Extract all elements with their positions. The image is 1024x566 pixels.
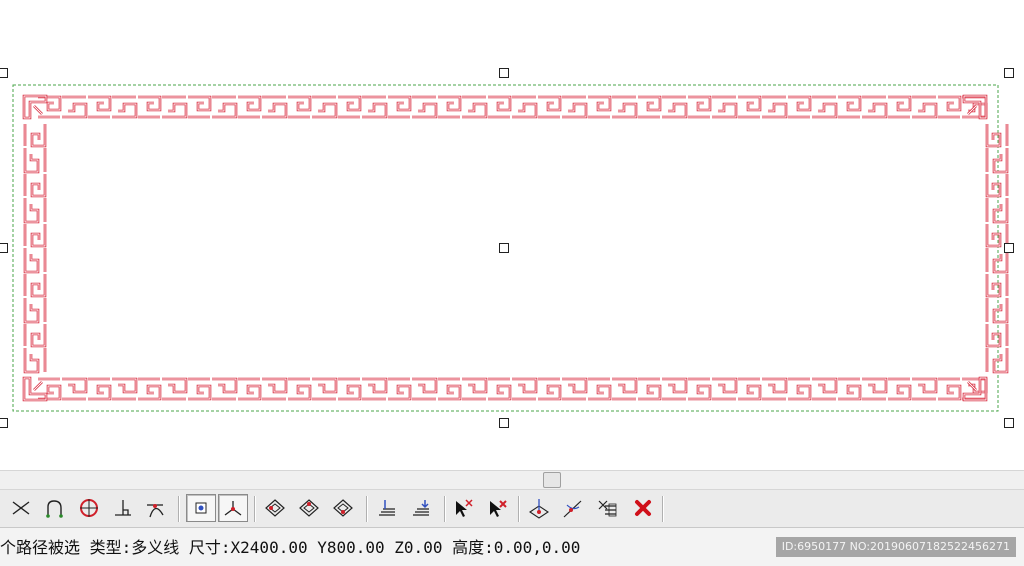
- diamond-node-icon: [265, 499, 285, 517]
- pointer-remove-icon: [490, 500, 507, 517]
- perpendicular-icon: [115, 500, 131, 516]
- corner-top-left: [22, 94, 48, 120]
- selection-handle-top-center[interactable]: [499, 68, 509, 78]
- toolbar-separator: [366, 496, 368, 522]
- plane-node-icon: [529, 499, 549, 519]
- fret-border-drawing[interactable]: [0, 0, 1024, 470]
- status-text: 个路径被选 类型:多义线 尺寸:X2400.00 Y800.00 Z0.00 高…: [0, 538, 581, 557]
- selection-handle-middle-right[interactable]: [1004, 243, 1014, 253]
- layer-down-icon: [413, 500, 429, 516]
- corner-bottom-left: [22, 376, 48, 402]
- toolbar-separator: [662, 496, 664, 522]
- arc-fillet-tool-button[interactable]: [40, 494, 70, 522]
- snap-toolbar: [0, 490, 1024, 528]
- layer-tool-button[interactable]: [372, 494, 402, 522]
- scrollbar-thumb[interactable]: [543, 472, 561, 488]
- curve-node-icon: [563, 500, 582, 518]
- plane-node-tool-button[interactable]: [524, 494, 554, 522]
- pointer-remove-tool-button[interactable]: [482, 494, 512, 522]
- circle-center-tool-button[interactable]: [74, 494, 104, 522]
- selection-handle-top-left[interactable]: [0, 68, 8, 78]
- intersect-tool-button[interactable]: [6, 494, 36, 522]
- delete-tool-button[interactable]: [628, 494, 658, 522]
- toolbar-separator: [178, 496, 180, 522]
- list-edit-icon: [598, 500, 617, 517]
- drawing-canvas[interactable]: [0, 0, 1024, 470]
- watermark: ID:6950177 NO:20190607182522456271: [775, 537, 1016, 557]
- curve-node-tool-button[interactable]: [558, 494, 588, 522]
- selection-handle-top-right[interactable]: [1004, 68, 1014, 78]
- red-x-icon: [635, 500, 651, 516]
- tangent-tool-button[interactable]: [140, 494, 170, 522]
- perpendicular-tool-button[interactable]: [108, 494, 138, 522]
- circle-target-icon: [80, 499, 98, 517]
- bottom-fret-band: [38, 377, 988, 401]
- corner-top-right: [962, 94, 988, 120]
- diamond-node-icon: [299, 499, 319, 517]
- selection-handle-bottom-left[interactable]: [0, 418, 8, 428]
- tangent-icon: [147, 504, 164, 518]
- layer-down-tool-button[interactable]: [406, 494, 436, 522]
- toolbar-separator: [518, 496, 520, 522]
- left-fret-band: [23, 124, 47, 374]
- toolbar-separator: [444, 496, 446, 522]
- layer-icon: [379, 500, 395, 516]
- selection-handle-bottom-right[interactable]: [1004, 418, 1014, 428]
- pointer-add-icon: [456, 499, 473, 517]
- diamond-node-2-tool-button[interactable]: [294, 494, 324, 522]
- status-bar: 个路径被选 类型:多义线 尺寸:X2400.00 Y800.00 Z0.00 高…: [0, 528, 1024, 566]
- angle-tool-button[interactable]: [218, 494, 248, 522]
- selection-handle-middle-left[interactable]: [0, 243, 8, 253]
- horizontal-scrollbar[interactable]: [0, 470, 1024, 490]
- cross-lines-icon: [12, 501, 30, 515]
- selection-handle-center[interactable]: [499, 243, 509, 253]
- snap-point-icon: [195, 502, 207, 514]
- angle-icon: [224, 501, 242, 516]
- diamond-node-icon: [333, 499, 353, 517]
- arc-icon: [46, 500, 63, 518]
- pointer-add-tool-button[interactable]: [448, 494, 478, 522]
- selection-handle-bottom-center[interactable]: [499, 418, 509, 428]
- toolbar-separator: [254, 496, 256, 522]
- top-fret-band: [38, 95, 988, 119]
- diamond-node-1-tool-button[interactable]: [260, 494, 290, 522]
- diamond-node-3-tool-button[interactable]: [328, 494, 358, 522]
- corner-bottom-right: [962, 376, 988, 402]
- list-edit-tool-button[interactable]: [592, 494, 622, 522]
- snap-point-tool-button[interactable]: [186, 494, 216, 522]
